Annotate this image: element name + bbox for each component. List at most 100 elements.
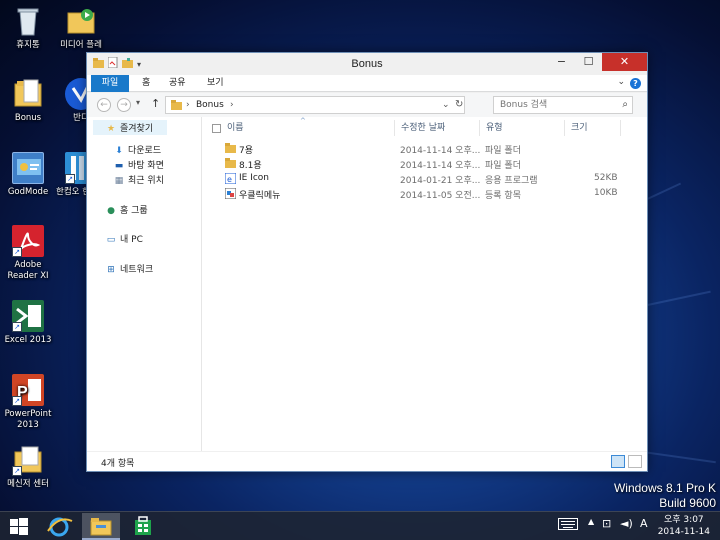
file-row[interactable]: e IE Icon 2014-01-21 오후... 응용 프로그램 52KB [224,172,625,187]
nav-favorites[interactable]: ★ 즐겨찾기 [93,120,168,135]
desktop-icon-powerpoint[interactable]: P ↗ PowerPoint 2013 [0,374,56,431]
file-date: 2014-01-21 오후... [400,176,481,186]
start-icon [10,518,28,535]
nav-desktop-label: 바탕 화면 [128,161,164,171]
nav-favorites-label: 즐겨찾기 [120,124,154,134]
ribbon-expand-icon[interactable]: ⌄ [617,77,625,87]
desktop-icon-godmode[interactable]: GodMode [0,152,56,198]
nav-downloads[interactable]: ⬇ 다운로드 [113,143,161,156]
select-all-checkbox[interactable] [212,124,221,133]
clock-date: 2014-11-14 [657,527,710,537]
item-count: 4개 항목 [101,459,135,469]
network-status-icon[interactable]: ⊡ [602,517,611,530]
forward-button[interactable]: → [117,98,131,112]
breadcrumb-separator-icon[interactable]: › [230,100,234,110]
messenger-folder-icon: ↗ [12,444,44,476]
recent-places-icon: ▦ [114,176,124,186]
folder-icon [12,78,44,110]
up-button[interactable]: ↑ [151,97,160,110]
excel-icon: ↗ [12,300,44,332]
address-bar[interactable]: › Bonus › ⌄ ↻ [165,96,465,114]
file-row[interactable]: 7용 2014-11-14 오후... 파일 폴더 [225,143,625,157]
ime-indicator[interactable]: A [640,517,648,530]
search-icon[interactable]: ⌕ [622,99,628,110]
start-button[interactable] [0,513,38,540]
file-type: 응용 프로그램 [485,176,538,186]
file-row[interactable]: 우클릭메뉴 2014-11-05 오전... 등록 항목 10KB [224,187,625,202]
folder-icon [225,143,236,156]
column-header-type[interactable]: 유형 [480,120,565,136]
taskbar-store[interactable] [124,513,162,540]
desktop-icon-media-player[interactable]: 미디어 플레 [53,5,109,51]
details-view-button[interactable] [611,455,625,468]
close-button[interactable]: ✕ [602,53,647,71]
taskbar-file-explorer[interactable] [82,513,120,540]
desktop-icon-bonus[interactable]: Bonus [0,78,56,124]
desktop-icon-label: 휴지통 [16,40,40,50]
desktop-icon-label: 미디어 플레 [60,40,102,50]
media-player-folder-icon [65,5,97,37]
volume-icon[interactable]: ◄) [620,517,633,530]
internet-explorer-icon [47,517,73,537]
nav-network-label: 네트워크 [120,265,154,275]
search-box[interactable]: ⌕ [493,96,633,114]
show-hidden-icons-icon[interactable]: ▲ [588,517,594,526]
help-icon[interactable]: ? [630,78,641,89]
file-row[interactable]: 8.1용 2014-11-14 오후... 파일 폴더 [225,158,625,172]
minimize-button[interactable]: − [548,53,575,71]
column-header-date[interactable]: 수정한 날짜 [395,120,480,136]
taskbar: ▲ ⊡ ◄) A 오후 3:07 2014-11-14 [0,511,720,540]
nav-recent-places[interactable]: ▦ 최근 위치 [113,173,164,186]
explorer-window[interactable]: ▾ Bonus − ☐ ✕ 파일 홈 공유 보기 ⌄ ? ← → ▾ ↑ › B… [86,52,648,472]
breadcrumb-separator-icon: › [186,100,190,110]
file-size: 52KB [594,173,618,183]
taskbar-internet-explorer[interactable] [40,513,78,540]
tab-file[interactable]: 파일 [91,75,129,92]
desktop-icon-label: 메신저 센터 [7,479,49,489]
tab-view[interactable]: 보기 [207,75,224,92]
status-bar: 4개 항목 [87,451,647,471]
title-bar[interactable]: ▾ Bonus − ☐ ✕ [87,53,647,75]
shortcut-arrow-icon: ↗ [12,247,22,257]
file-name: 8.1용 [239,161,262,171]
maximize-button[interactable]: ☐ [575,53,602,71]
nav-network[interactable]: ⊞ 네트워크 [105,262,153,275]
desktop-icon: ▬ [114,161,124,171]
column-header-name[interactable]: 이름 [221,120,395,136]
nav-this-pc[interactable]: ▭ 내 PC [105,232,143,245]
desktop-icon-label: Bonus [14,113,42,123]
search-input[interactable] [494,97,612,113]
nav-homegroup[interactable]: ● 홈 그룹 [105,203,148,216]
file-list: 이름 ^ 수정한 날짜 유형 크기 7용 2014-11-14 오후... 파일… [203,117,647,451]
network-icon: ⊞ [107,265,115,275]
clock-time: 오후 3:07 [664,515,704,525]
nav-recent-label: 최근 위치 [128,176,164,186]
file-date: 2014-11-05 오전... [400,191,481,201]
tab-share[interactable]: 공유 [169,75,186,92]
store-icon [135,516,151,535]
desktop-icon-recycle-bin[interactable]: 휴지통 [0,5,56,51]
computer-icon: ▭ [106,235,116,245]
touch-keyboard-icon[interactable] [558,517,578,534]
shortcut-arrow-icon: ↗ [12,466,22,476]
recent-locations-icon[interactable]: ▾ [136,98,140,107]
clock[interactable]: 오후 3:07 2014-11-14 [658,514,710,538]
desktop-icon-messenger-center[interactable]: ↗ 메신저 센터 [0,444,56,490]
file-name: IE Icon [239,173,270,183]
column-header-size[interactable]: 크기 [565,120,621,136]
nav-desktop[interactable]: ▬ 바탕 화면 [113,158,164,171]
desktop-icon-excel[interactable]: ↗ Excel 2013 [0,300,56,346]
svg-text:e: e [227,175,232,184]
file-date: 2014-11-14 오후... [400,161,481,171]
large-icons-view-button[interactable] [628,455,642,468]
navigation-bar: ← → ▾ ↑ › Bonus › ⌄ ↻ ⌕ [87,93,647,117]
adobe-reader-icon: ↗ [12,225,44,257]
refresh-icon[interactable]: ↻ [455,99,463,110]
breadcrumb-bonus[interactable]: Bonus [196,100,224,110]
desktop-icon-adobe-reader[interactable]: ↗ Adobe Reader XI [0,225,56,282]
back-button[interactable]: ← [97,98,111,112]
folder-icon [225,158,236,171]
address-dropdown-icon[interactable]: ⌄ [442,100,450,110]
tab-home[interactable]: 홈 [142,75,150,92]
downloads-icon: ⬇ [115,146,123,156]
